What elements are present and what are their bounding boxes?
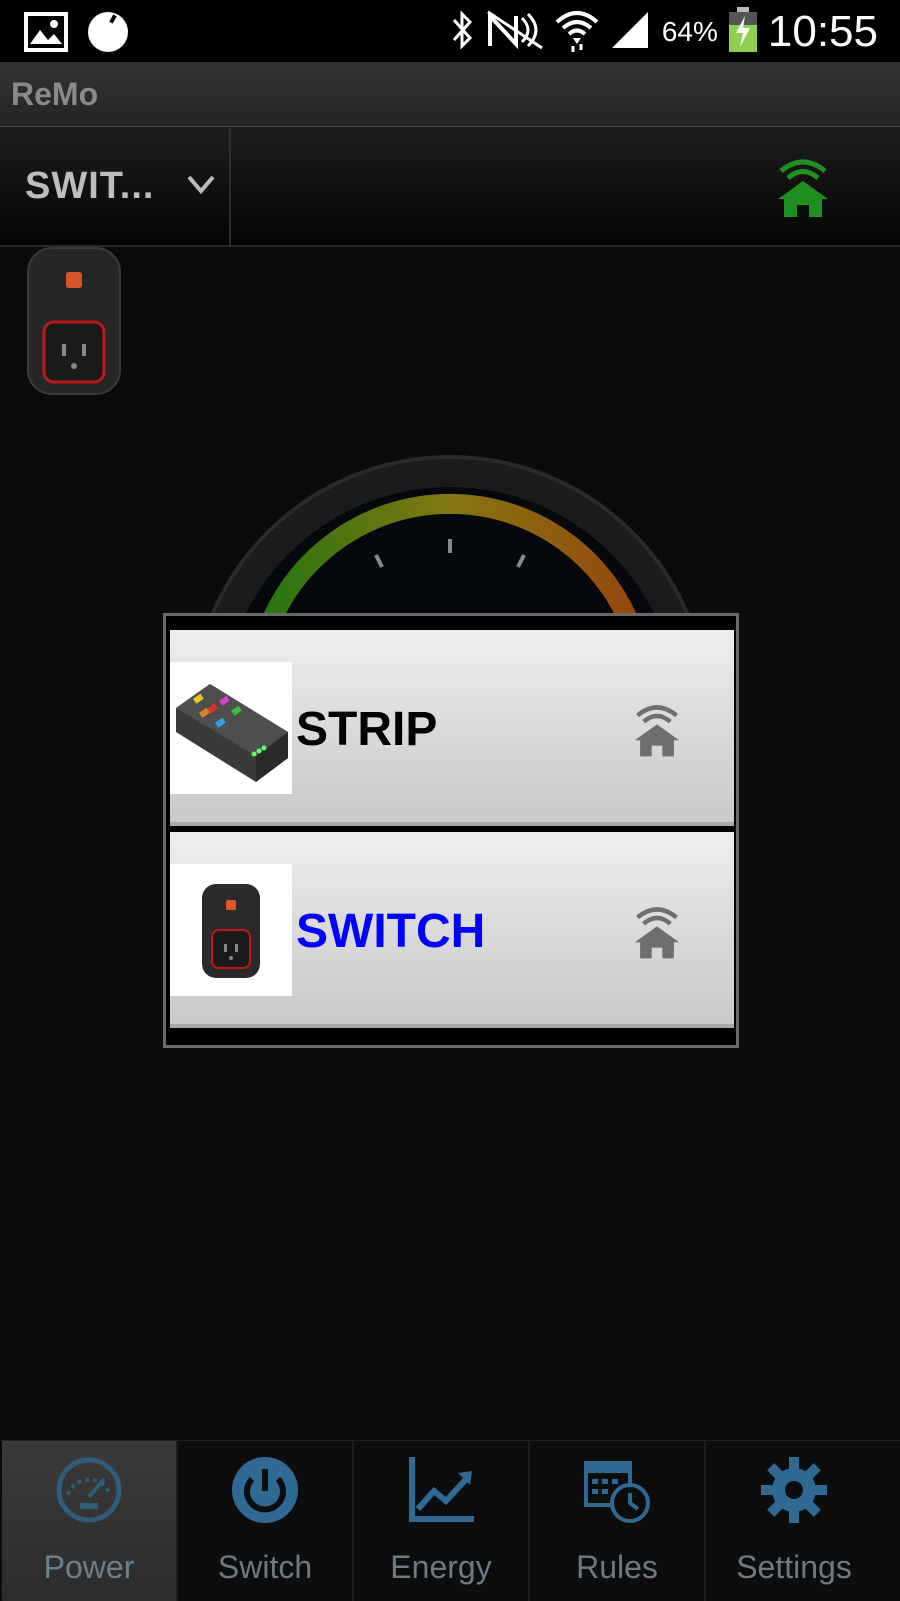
status-bar: 64% 10:55 [0, 0, 900, 62]
device-option-strip[interactable]: STRIP [170, 630, 734, 826]
tab-label: Settings [736, 1549, 852, 1585]
home-wifi-icon [633, 694, 681, 765]
bottom-tab-bar: Power Switch Energy Rules Settings [0, 1440, 900, 1601]
device-selector[interactable]: SWIT... [0, 127, 231, 245]
device-thumbnail [26, 246, 122, 403]
tab-rules[interactable]: Rules [530, 1441, 706, 1601]
device-option-label: STRIP [296, 703, 438, 756]
gear-icon [759, 1455, 829, 1530]
tab-settings[interactable]: Settings [706, 1441, 882, 1601]
tab-label: Power [43, 1549, 135, 1585]
home-wifi-icon[interactable] [776, 151, 830, 222]
app-title-bar: ReMo [0, 62, 900, 127]
battery-charging-icon [728, 6, 758, 58]
calendar-clock-icon [582, 1455, 652, 1530]
device-bar: SWIT... [0, 127, 900, 247]
signal-icon [610, 10, 652, 55]
tab-label: Switch [217, 1549, 313, 1585]
nfc-icon [486, 10, 544, 55]
power-strip-image [170, 662, 292, 794]
wifi-icon [554, 8, 600, 57]
power-icon [230, 1455, 300, 1530]
app-title: ReMo [11, 76, 99, 112]
speedometer-icon [54, 1455, 124, 1530]
smart-switch-image [170, 864, 292, 996]
chevron-down-icon [186, 169, 216, 204]
device-picker-dialog: STRIP SWITCH [163, 613, 739, 1048]
bluetooth-icon [450, 9, 476, 55]
circle-notification-icon [86, 10, 130, 59]
device-option-switch[interactable]: SWITCH [170, 832, 734, 1028]
gallery-icon [24, 12, 68, 57]
tab-switch[interactable]: Switch [178, 1441, 354, 1601]
battery-percent: 64% [661, 16, 718, 47]
tab-label: Rules [576, 1549, 658, 1585]
device-option-label: SWITCH [296, 905, 486, 958]
home-wifi-icon [633, 896, 681, 967]
chart-icon [406, 1455, 476, 1530]
tab-energy[interactable]: Energy [354, 1441, 530, 1601]
clock: 10:55 [767, 7, 878, 56]
selected-device-label: SWIT... [25, 165, 155, 207]
tab-power[interactable]: Power [2, 1441, 178, 1601]
tab-label: Energy [390, 1549, 492, 1585]
